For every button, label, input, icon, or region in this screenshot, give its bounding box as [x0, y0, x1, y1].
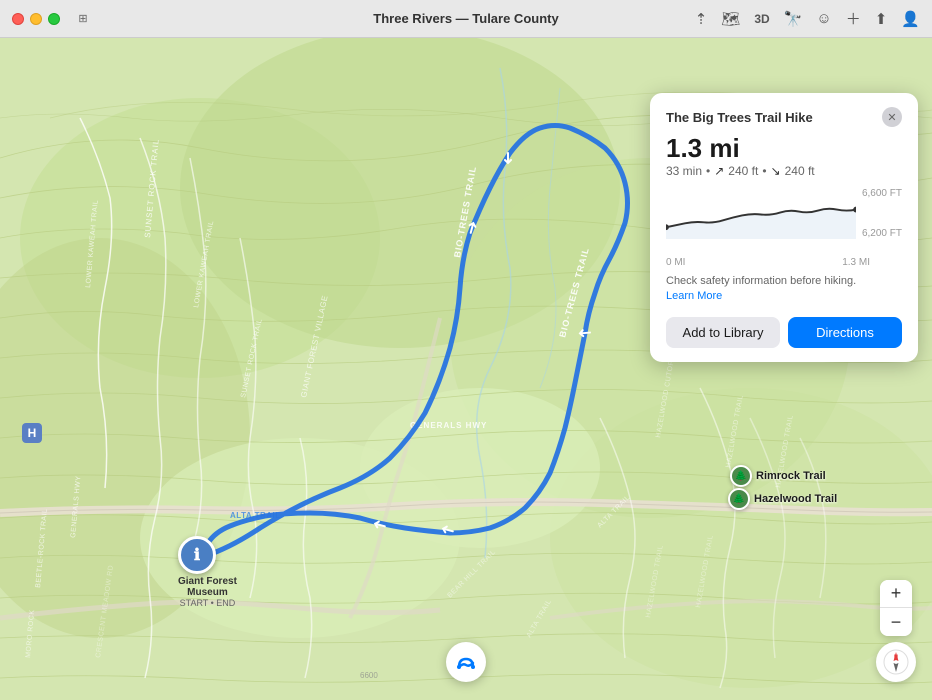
learn-more-link[interactable]: Learn More [666, 290, 722, 302]
elevation-high-label: 6,600 FT [862, 188, 902, 199]
smiley-icon[interactable]: ☺ [816, 10, 831, 27]
hazelwood-label: Hazelwood Trail [754, 493, 837, 505]
elevation-chart-svg [666, 188, 856, 239]
hazelwood-marker-circle: 🌲 [728, 488, 750, 510]
compass-icon: N [882, 648, 910, 676]
elevation-low-label: 6,200 FT [862, 228, 902, 239]
trail-card-header: The Big Trees Trail Hike ✕ [666, 107, 902, 127]
rimrock-label: Rimrock Trail [756, 470, 826, 482]
poi-rimrock[interactable]: 🌲 Rimrock Trail [730, 465, 826, 487]
elevation-y-labels: 6,600 FT 6,200 FT [862, 188, 902, 253]
start-label: Giant ForestMuseum [178, 576, 237, 598]
3d-icon[interactable]: 3D [754, 12, 769, 26]
elevation-chart: 6,600 FT 6,200 FT [666, 188, 902, 253]
stat-separator2: • [762, 164, 766, 178]
stat-separator: • [706, 164, 710, 178]
card-actions: Add to Library Directions [666, 317, 902, 348]
poi-hazelwood[interactable]: 🌲 Hazelwood Trail [728, 488, 837, 510]
tree-icon2: 🌲 [733, 494, 745, 505]
start-sub: START • END [178, 598, 237, 608]
directions-button[interactable]: Directions [788, 317, 902, 348]
map-container[interactable]: BIO-TREES TRAIL BIO-TREES TRAIL SUNSET R… [0, 38, 932, 700]
elevation-x-labels: 0 MI 1.3 MI [666, 257, 902, 268]
traffic-lights [12, 13, 60, 25]
start-circle: ℹ [178, 536, 216, 574]
titlebar: ⊞ Three Rivers — Tulare County ⇡ 🗺 3D 🔭 … [0, 0, 932, 38]
rimrock-marker-circle: 🌲 [730, 465, 752, 487]
binoculars-icon[interactable]: 🔭 [784, 10, 803, 28]
window-icon: ⊞ [76, 12, 90, 26]
toolbar-controls: ⇡ 🗺 3D 🔭 ☺ ＋ ⬆ 👤 [695, 8, 920, 29]
window-title: Three Rivers — Tulare County [373, 11, 558, 26]
route-icon [455, 651, 477, 673]
share-icon[interactable]: ⬆ [875, 10, 888, 28]
map-icon[interactable]: 🗺 [721, 10, 740, 28]
trail-distance: 1.3 mi [666, 135, 902, 161]
add-to-library-button[interactable]: Add to Library [666, 317, 780, 348]
zoom-out-button[interactable]: − [880, 608, 912, 636]
compass-button[interactable]: N [876, 642, 916, 682]
tree-icon: 🌲 [735, 471, 747, 482]
zoom-controls: + − [880, 580, 912, 636]
safety-info: Check safety information before hiking. … [666, 274, 902, 305]
elevation-up-icon: ↗ [714, 164, 724, 178]
safety-text: Check safety information before hiking. [666, 275, 856, 287]
maximize-button[interactable] [48, 13, 60, 25]
elevation-down-icon: ↘ [771, 164, 781, 178]
trail-card-close-button[interactable]: ✕ [882, 107, 902, 127]
map-controls: + − N [876, 580, 916, 682]
hospital-marker: H [22, 423, 42, 443]
plus-icon[interactable]: ＋ [846, 8, 861, 29]
elevation-gain: 240 ft [728, 164, 758, 178]
minimize-button[interactable] [30, 13, 42, 25]
info-icon: ℹ [194, 545, 200, 565]
svg-text:6600: 6600 [360, 671, 378, 680]
account-icon[interactable]: 👤 [901, 10, 920, 28]
trail-time: 33 min [666, 164, 702, 178]
trail-card-title: The Big Trees Trail Hike [666, 110, 813, 125]
distance-end-label: 1.3 MI [842, 257, 870, 268]
svg-text:N: N [894, 655, 898, 661]
close-button[interactable] [12, 13, 24, 25]
elevation-loss: 240 ft [785, 164, 815, 178]
trail-card: The Big Trees Trail Hike ✕ 1.3 mi 33 min… [650, 93, 918, 362]
zoom-in-button[interactable]: + [880, 580, 912, 608]
location-arrow-icon[interactable]: ⇡ [695, 10, 708, 28]
distance-start-label: 0 MI [666, 257, 685, 268]
start-end-marker[interactable]: ℹ Giant ForestMuseum START • END [178, 536, 237, 608]
trail-stats: 33 min • ↗ 240 ft • ↘ 240 ft [666, 164, 902, 178]
route-button[interactable] [446, 642, 486, 682]
